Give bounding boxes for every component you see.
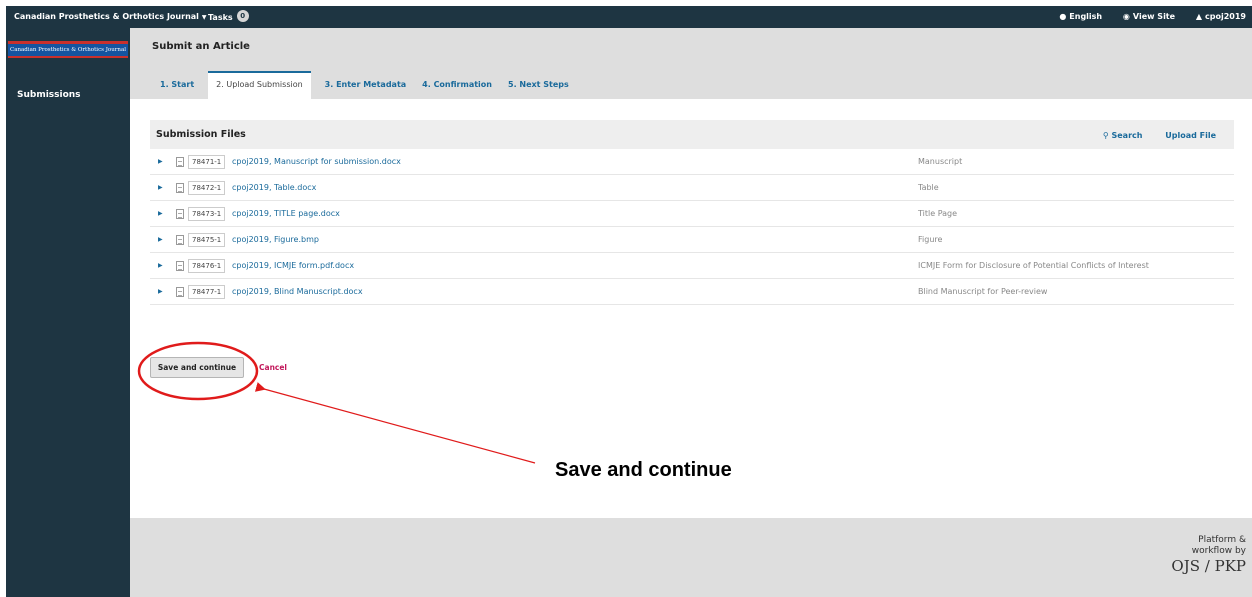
globe-icon: ● [1059,12,1067,21]
search-label: Search [1111,131,1143,140]
cancel-link[interactable]: Cancel [259,363,287,372]
journal-logo-text: Canadian Prosthetics & Orthotics Journal [10,47,126,53]
expand-arrow-icon[interactable]: ▶ [158,288,163,295]
file-row: ▶ 78475-1 cpoj2019, Figure.bmp Figure [150,227,1234,253]
expand-arrow-icon[interactable]: ▶ [158,210,163,217]
annotation-label: Save and continue [555,459,732,481]
file-name-link[interactable]: cpoj2019, Table.docx [232,183,316,192]
journal-logo[interactable]: Canadian Prosthetics & Orthotics Journal [8,41,128,58]
tasks-label: Tasks [208,13,233,22]
grid-header: Submission Files ⚲ Search Upload File [150,120,1234,149]
file-icon [176,261,184,271]
file-row: ▶ 78477-1 cpoj2019, Blind Manuscript.doc… [150,279,1234,305]
top-navigation-bar: Canadian Prosthetics & Orthotics Journal… [6,6,1252,28]
file-id: 78475-1 [188,233,226,247]
file-id: 78476-1 [188,259,226,273]
file-type: Manuscript [918,157,963,166]
journal-switcher[interactable]: Canadian Prosthetics & Orthotics Journal… [14,12,207,21]
view-site-link[interactable]: ◉ View Site [1123,12,1175,21]
file-id: 78473-1 [188,207,226,221]
file-name-link[interactable]: cpoj2019, Manuscript for submission.docx [232,157,401,166]
search-button[interactable]: ⚲ Search [1103,131,1143,140]
file-type: Table [918,183,939,192]
file-type: Figure [918,235,943,244]
user-name: cpoj2019 [1205,12,1246,21]
language-label: English [1069,12,1103,21]
expand-arrow-icon[interactable]: ▶ [158,262,163,269]
sidebar-item-submissions[interactable]: Submissions [17,90,81,100]
tasks-count-badge: 0 [236,10,249,22]
view-site-label: View Site [1132,12,1176,21]
wizard-tabs: 1. Start 2. Upload Submission 3. Enter M… [152,71,577,99]
tab-confirmation[interactable]: 4. Confirmation [414,71,500,99]
expand-arrow-icon[interactable]: ▶ [158,236,163,243]
page-title: Submit an Article [152,41,250,52]
file-icon [176,157,184,167]
file-id: 78472-1 [188,181,226,195]
file-icon [176,287,184,297]
sidebar: Canadian Prosthetics & Orthotics Journal… [6,28,130,597]
page-header: Submit an Article 1. Start 2. Upload Sub… [130,28,1252,99]
pkp-brand[interactable]: Platform & workflow by OJS / PKP [1171,535,1246,575]
caret-down-icon: ▼ [201,14,207,21]
upload-file-button[interactable]: Upload File [1165,131,1216,140]
file-name-link[interactable]: cpoj2019, Blind Manuscript.docx [232,287,363,296]
tab-start[interactable]: 1. Start [152,71,202,99]
platform-text-line2: workflow by [1191,546,1246,556]
language-menu[interactable]: ● English [1059,12,1102,21]
annotation-arrow [254,382,536,464]
file-id: 78477-1 [188,285,226,299]
file-type: Blind Manuscript for Peer-review [918,287,1048,296]
file-row: ▶ 78476-1 cpoj2019, ICMJE form.pdf.docx … [150,253,1234,279]
user-icon: ▲ [1195,12,1203,21]
file-id: 78471-1 [188,155,226,169]
save-and-continue-button[interactable]: Save and continue [150,357,244,378]
tasks-button[interactable]: Tasks 0 [208,10,249,24]
file-icon [176,183,184,193]
eye-icon: ◉ [1122,12,1130,21]
expand-arrow-icon[interactable]: ▶ [158,158,163,165]
file-row: ▶ 78473-1 cpoj2019, TITLE page.docx Titl… [150,201,1234,227]
file-type: ICMJE Form for Disclosure of Potential C… [918,261,1149,270]
grid-title: Submission Files [156,129,246,140]
file-name-link[interactable]: cpoj2019, Figure.bmp [232,235,319,244]
journal-name: Canadian Prosthetics & Orthotics Journal [14,12,199,21]
file-name-link[interactable]: cpoj2019, TITLE page.docx [232,209,340,218]
expand-arrow-icon[interactable]: ▶ [158,184,163,191]
footer: Platform & workflow by OJS / PKP [130,518,1252,597]
ojs-pkp-logo: OJS / PKP [1171,557,1246,575]
file-name-link[interactable]: cpoj2019, ICMJE form.pdf.docx [232,261,354,270]
file-icon [176,209,184,219]
file-type: Title Page [918,209,958,218]
user-menu[interactable]: ▲ cpoj2019 [1196,12,1246,21]
file-row: ▶ 78472-1 cpoj2019, Table.docx Table [150,175,1234,201]
tab-upload-submission[interactable]: 2. Upload Submission [208,71,311,99]
file-row: ▶ 78471-1 cpoj2019, Manuscript for submi… [150,149,1234,175]
submission-files-grid: Submission Files ⚲ Search Upload File ▶ … [150,120,1234,305]
file-icon [176,235,184,245]
tab-next-steps[interactable]: 5. Next Steps [500,71,577,99]
tab-enter-metadata[interactable]: 3. Enter Metadata [317,71,415,99]
platform-text-line1: Platform & [1198,535,1246,545]
search-icon: ⚲ [1102,131,1109,140]
